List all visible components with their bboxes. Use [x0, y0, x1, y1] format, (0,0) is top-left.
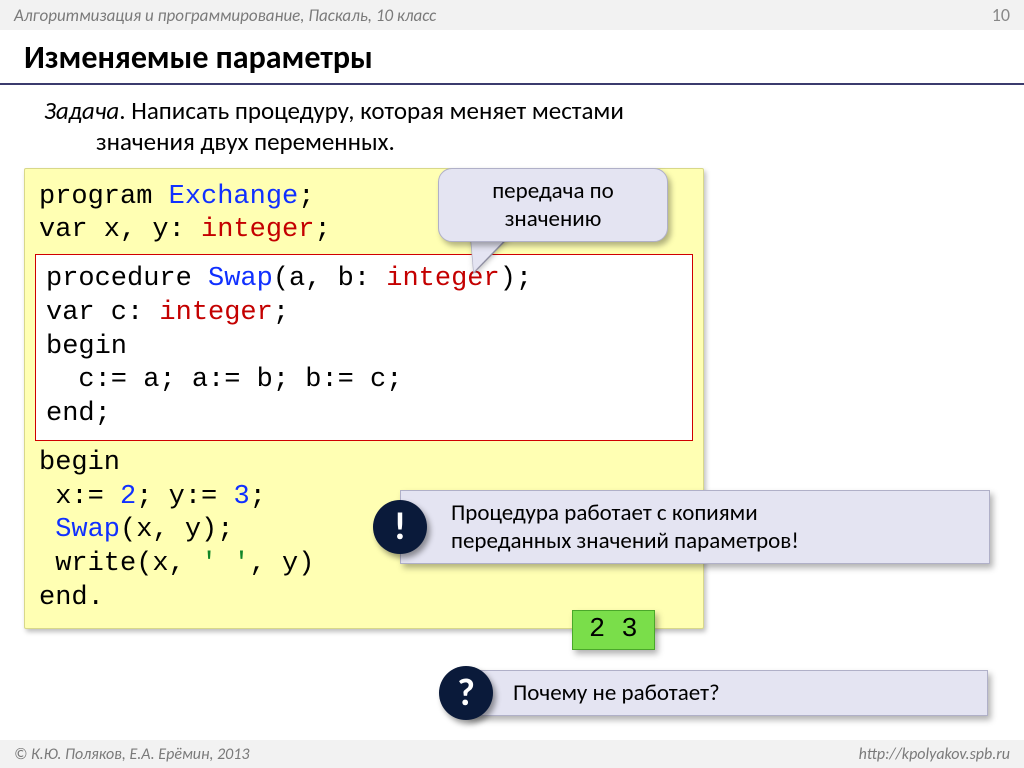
copyright: © К.Ю. Поляков, Е.А. Ерёмин, 2013	[14, 745, 250, 764]
callout-line-2: значению	[451, 205, 655, 233]
task-text-1: . Написать процедуру, которая меняет мес…	[119, 95, 624, 126]
info-box-question: ? Почему не работает?	[466, 670, 988, 716]
code-line: begin	[46, 331, 682, 365]
footer-url: http://kpolyakov.spb.ru	[859, 745, 1010, 764]
slide-footer: © К.Ю. Поляков, Е.А. Ерёмин, 2013 http:/…	[0, 740, 1024, 768]
info-box-copies: ! Процедура работает с копиями переданны…	[400, 490, 990, 564]
info-line-1: Процедура работает с копиями	[451, 499, 975, 527]
page-title: Изменяемые параметры	[24, 38, 1000, 77]
code-line: var c: integer;	[46, 297, 682, 331]
breadcrumb: Алгоритмизация и программирование, Паска…	[14, 5, 436, 26]
question-icon: ?	[439, 666, 493, 720]
code-line: c:= a; a:= b; b:= c;	[46, 364, 682, 398]
exclamation-icon: !	[373, 500, 427, 554]
task-text-2: значения двух переменных.	[44, 126, 1000, 157]
code-inner-box: procedure Swap(a, b: integer); var c: in…	[35, 254, 693, 441]
output-box: 2 3	[572, 610, 655, 650]
info-line-2: переданных значений параметров!	[451, 527, 975, 555]
callout-line-1: передача по	[451, 177, 655, 205]
code-line: end;	[46, 398, 682, 432]
code-line: begin	[39, 447, 689, 481]
code-line: procedure Swap(a, b: integer);	[46, 263, 682, 297]
task-label: Задача	[44, 95, 119, 126]
page-number: 10	[992, 4, 1010, 26]
task-statement: Задача. Написать процедуру, которая меня…	[24, 95, 1000, 164]
slide-header: Алгоритмизация и программирование, Паска…	[0, 0, 1024, 30]
info-text: Почему не работает?	[513, 679, 973, 707]
callout-bubble: передача по значению	[438, 168, 668, 242]
title-bar: Изменяемые параметры	[0, 30, 1024, 85]
